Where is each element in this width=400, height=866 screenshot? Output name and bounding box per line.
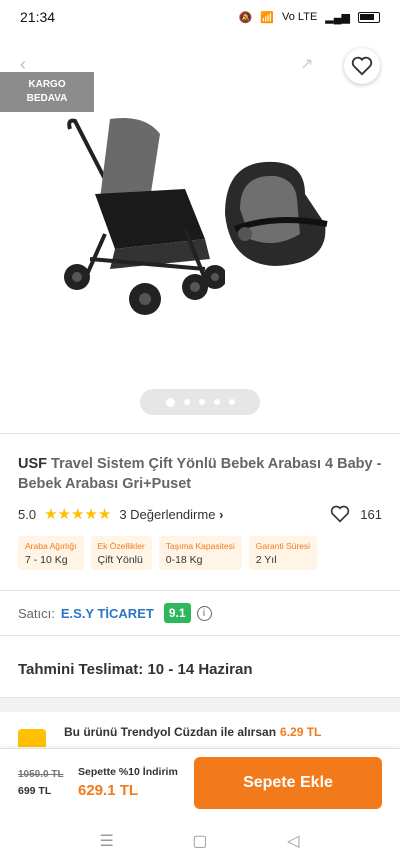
status-bar: 21:34 🔕 📶 Vo LTE ▂▄▆ — [0, 0, 400, 34]
favorite-count-value: 161 — [360, 506, 382, 522]
attribute-key: Ek Özellikler — [97, 541, 145, 551]
basket-discount: Sepette %10 İndirim 629.1 TL — [78, 766, 178, 799]
pager-dot[interactable] — [213, 399, 220, 405]
free-shipping-badge: KARGO BEDAVA — [0, 72, 94, 112]
star-rating-icons: ★★★★★ — [44, 506, 112, 523]
wallet-amount: 6.29 TL — [280, 725, 322, 739]
share-icon[interactable]: ↗ — [300, 54, 320, 74]
basket-discount-text: Sepette %10 İndirim — [78, 766, 178, 778]
pager-dot[interactable] — [228, 399, 235, 405]
section-divider — [0, 698, 400, 712]
attribute-chip: Ek Özellikler Çift Yönlü — [90, 536, 152, 570]
seller-name-link[interactable]: E.S.Y TİCARET — [61, 606, 154, 621]
price-block: 1050.0 TL 699 TL — [18, 769, 74, 797]
product-page: 21:34 🔕 📶 Vo LTE ▂▄▆ ‹ ↗ KARGO BEDAVA US… — [0, 0, 400, 866]
mute-icon: 🔕 — [238, 11, 253, 24]
rating-value: 5.0 — [18, 506, 37, 522]
wallet-promo[interactable]: Bu ürünü Trendyol Cüzdan ile alırsan 6.2… — [0, 712, 400, 752]
old-price: 1050.0 TL — [18, 768, 64, 780]
status-time: 21:34 — [20, 9, 56, 25]
current-price: 699 TL — [18, 784, 52, 797]
system-nav-bar: ☰ ▢ ◁ — [0, 816, 400, 866]
attribute-value: 0-18 Kg — [165, 554, 203, 566]
carseat-image — [225, 161, 328, 266]
delivery-value: 10 - 14 Haziran — [147, 661, 253, 678]
product-title: USF Travel Sistem Çift Yönlü Bebek Araba… — [18, 454, 382, 494]
favorite-top-button[interactable] — [344, 48, 380, 84]
home-icon[interactable]: ▢ — [190, 831, 210, 851]
back-icon[interactable]: ◁ — [283, 831, 303, 851]
add-to-cart-button[interactable]: Sepete Ekle — [194, 756, 382, 809]
heart-icon — [351, 56, 373, 76]
basket-discount-price: 629.1 TL — [78, 782, 139, 799]
seller-score-badge: 9.1 — [163, 603, 191, 623]
favorite-count[interactable]: 161 — [330, 505, 382, 523]
attribute-chip: Taşıma Kapasitesi 0-18 Kg — [158, 536, 242, 570]
reviews-label: 3 Değerlendirme — [119, 506, 216, 522]
product-name: Travel Sistem Çift Yönlü Bebek Arabası 4… — [18, 456, 382, 492]
delivery-estimate: Tahmini Teslimat: 10 - 14 Haziran — [0, 642, 400, 698]
back-arrow-icon[interactable]: ‹ — [20, 54, 40, 74]
pager-dot[interactable] — [183, 399, 190, 405]
badge-line1: KARGO — [28, 79, 66, 90]
reviews-link[interactable]: 3 Değerlendirme › — [119, 507, 223, 522]
wallet-icon — [18, 729, 46, 747]
info-icon[interactable]: i — [196, 605, 212, 621]
seller-row: Satıcı: E.S.Y TİCARET 9.1 i — [0, 590, 400, 636]
attribute-key: Taşıma Kapasitesi — [165, 541, 235, 551]
signal-icon: ▂▄▆ — [325, 11, 350, 24]
product-gallery[interactable]: ‹ ↗ KARGO BEDAVA — [0, 34, 400, 432]
wifi-icon: 📶 — [260, 11, 275, 24]
pager-dot[interactable] — [198, 399, 205, 405]
product-brand[interactable]: USF — [18, 456, 47, 472]
attribute-key: Garanti Süresi — [255, 541, 311, 551]
pager-dot-active[interactable] — [165, 397, 175, 407]
status-icons: 🔕 📶 Vo LTE ▂▄▆ — [239, 11, 380, 24]
stroller-image — [64, 118, 225, 315]
attribute-value: 7 - 10 Kg — [25, 554, 68, 566]
attribute-key: Araba Ağırlığı — [25, 541, 77, 551]
seller-label: Satıcı: — [18, 605, 55, 621]
badge-line2: BEDAVA — [26, 93, 68, 104]
heart-icon — [331, 505, 350, 523]
menu-icon[interactable]: ☰ — [97, 831, 117, 851]
network-label: Vo LTE — [282, 11, 318, 23]
chevron-right-icon: › — [219, 506, 224, 522]
battery-icon — [358, 11, 380, 23]
product-info: USF Travel Sistem Çift Yönlü Bebek Araba… — [0, 433, 400, 583]
attribute-chip: Garanti Süresi 2 Yıl — [248, 536, 318, 570]
rating-row: 5.0 ★★★★★ 3 Değerlendirme › 161 — [18, 504, 382, 524]
image-pager[interactable] — [140, 389, 260, 415]
buy-bar: 1050.0 TL 699 TL Sepette %10 İndirim 629… — [0, 748, 400, 816]
attribute-value: Çift Yönlü — [97, 554, 143, 566]
attribute-chip: Araba Ağırlığı 7 - 10 Kg — [18, 536, 84, 570]
attribute-chips: Araba Ağırlığı 7 - 10 Kg Ek Özellikler Ç… — [18, 536, 382, 570]
delivery-label: Tahmini Teslimat: — [18, 661, 144, 678]
attribute-value: 2 Yıl — [255, 554, 277, 566]
wallet-text: Bu ürünü Trendyol Cüzdan ile alırsan — [64, 725, 277, 739]
